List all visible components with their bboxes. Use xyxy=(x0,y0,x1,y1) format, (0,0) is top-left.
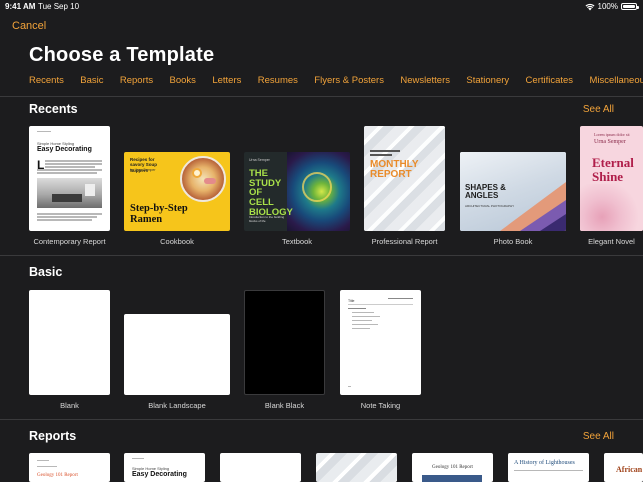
thumb-subtitle: Introduction to the building blocks of l… xyxy=(249,215,285,223)
section-title-basic: Basic xyxy=(29,265,63,279)
template-professional-report[interactable]: MONTHLY REPORT xyxy=(364,126,445,231)
thumb-title: THE STUDY OF CELL BIOLOGY xyxy=(249,168,293,218)
template-cookbook[interactable]: Recipes for savory Soup Suppers by Urna … xyxy=(124,152,230,231)
thumb-title: A History of Lighthouses xyxy=(514,460,575,466)
thumb-title: Step-by-Step Ramen xyxy=(130,203,188,226)
template-caption: Contemporary Report xyxy=(33,237,106,246)
template-caption: Blank Black xyxy=(264,401,305,410)
battery-percent: 100% xyxy=(597,2,618,11)
thumb-title: Easy Decorating xyxy=(37,146,92,153)
template-contemporary-report[interactable]: Simple Home Styling Easy Decorating L xyxy=(29,126,110,231)
status-date: Tue Sep 10 xyxy=(38,2,80,11)
category-resumes[interactable]: Resumes xyxy=(258,75,298,86)
thumb-title: African xyxy=(616,465,643,474)
template-report-african[interactable]: African xyxy=(604,453,643,482)
divider xyxy=(0,419,643,420)
thumb-title: Title xyxy=(348,299,355,303)
status-bar: 9:41 AM Tue Sep 10 100% xyxy=(0,0,643,14)
category-stationery[interactable]: Stationery xyxy=(466,75,509,86)
template-report-geology-2[interactable]: Geology 101 Report xyxy=(412,453,493,482)
category-flyers-posters[interactable]: Flyers & Posters xyxy=(314,75,384,86)
template-caption: Blank Landscape xyxy=(148,401,206,410)
template-textbook[interactable]: Urna Semper THE STUDY OF CELL BIOLOGY In… xyxy=(244,152,350,231)
template-report-geology[interactable]: Geology 101 Report xyxy=(29,453,110,482)
see-all-reports-button[interactable]: See All xyxy=(583,431,614,442)
template-caption: Professional Report xyxy=(371,237,438,246)
category-certificates[interactable]: Certificates xyxy=(526,75,574,86)
category-reports[interactable]: Reports xyxy=(120,75,153,86)
template-blank-landscape[interactable] xyxy=(124,314,230,395)
battery-icon xyxy=(621,3,639,10)
section-title-recents: Recents xyxy=(29,102,78,116)
status-time: 9:41 AM xyxy=(5,2,36,11)
thumb-title: MONTHLY REPORT xyxy=(370,159,419,180)
thumb-subtitle: ARCHITECTURAL PHOTOGRAPHY xyxy=(465,204,515,208)
see-all-recents-button[interactable]: See All xyxy=(583,104,614,115)
thumb-author: by Urna Semper xyxy=(130,168,156,172)
template-blank[interactable] xyxy=(29,290,110,395)
wifi-icon xyxy=(585,3,595,10)
divider xyxy=(0,96,643,97)
template-photo-book[interactable]: SHAPES & ANGLES ARCHITECTURAL PHOTOGRAPH… xyxy=(460,152,566,231)
template-caption: Elegant Novel xyxy=(588,237,635,246)
template-caption: Blank xyxy=(60,401,79,410)
thumb-title: Geology 101 Report xyxy=(432,465,473,470)
category-miscellaneous[interactable]: Miscellaneous xyxy=(589,75,643,86)
category-newsletters[interactable]: Newsletters xyxy=(400,75,450,86)
divider xyxy=(0,255,643,256)
template-blank-black[interactable] xyxy=(244,290,325,395)
category-bar: Recents Basic Reports Books Letters Resu… xyxy=(29,75,643,86)
template-note-taking[interactable]: Title xyxy=(340,290,421,395)
thumb-title: Easy Decorating xyxy=(132,471,187,478)
template-report-blank[interactable] xyxy=(220,453,301,482)
template-caption: Textbook xyxy=(281,237,313,246)
category-books[interactable]: Books xyxy=(170,75,196,86)
thumb-subtitle: Lorem ipsum dolor sit xyxy=(594,132,630,137)
thumb-title: SHAPES & ANGLES xyxy=(465,183,506,201)
template-report-decorating[interactable]: Simple Home Styling Easy Decorating xyxy=(124,453,205,482)
template-caption: Note Taking xyxy=(360,401,401,410)
template-report-professional[interactable] xyxy=(316,453,397,482)
thumb-title: Eternal Shine xyxy=(592,155,634,184)
section-title-reports: Reports xyxy=(29,429,77,443)
category-basic[interactable]: Basic xyxy=(80,75,103,86)
thumb-author: Urna Semper xyxy=(249,158,270,162)
page-title: Choose a Template xyxy=(29,44,215,66)
category-recents[interactable]: Recents xyxy=(29,75,64,86)
cancel-button[interactable]: Cancel xyxy=(12,20,46,32)
template-elegant-novel[interactable]: Lorem ipsum dolor sit Urna Semper Eterna… xyxy=(580,126,643,231)
thumb-author: Urna Semper xyxy=(594,139,626,145)
template-caption: Cookbook xyxy=(160,237,194,246)
thumb-title: Geology 101 Report xyxy=(37,473,78,478)
template-report-lighthouses[interactable]: A History of Lighthouses xyxy=(508,453,589,482)
status-right: 100% xyxy=(585,2,639,11)
category-letters[interactable]: Letters xyxy=(212,75,241,86)
template-caption: Photo Book xyxy=(493,237,533,246)
